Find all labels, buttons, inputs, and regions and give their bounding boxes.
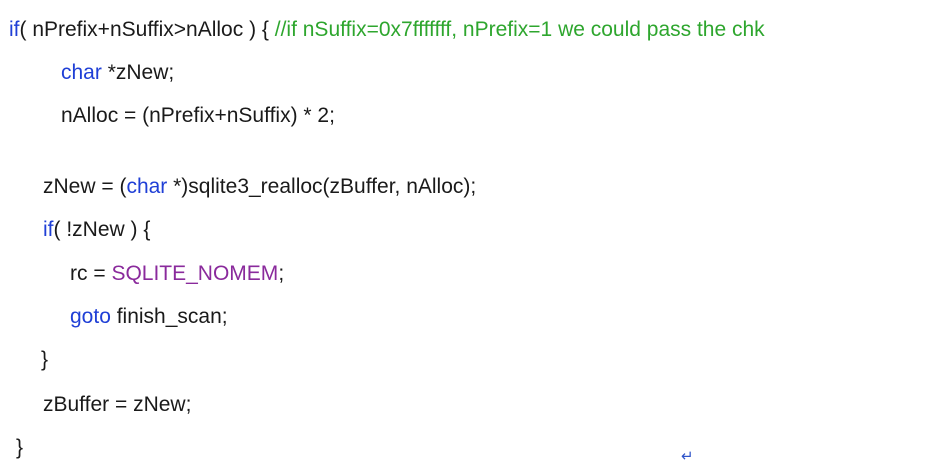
code-line-9: zBuffer = zNew;	[43, 392, 191, 418]
code-line-6: rc = SQLITE_NOMEM;	[70, 261, 284, 287]
keyword-if: if	[9, 18, 20, 41]
keyword-char: char	[126, 175, 168, 198]
code-line-1: if( nPrefix+nSuffix>nAlloc ) { //if nSuf…	[9, 17, 765, 43]
code-line-5: if( !zNew ) {	[43, 217, 150, 243]
code-text: }	[41, 348, 49, 371]
code-text: *)sqlite3_realloc(zBuffer, nAlloc);	[167, 175, 477, 198]
code-text: ( !zNew ) {	[53, 218, 151, 241]
code-text: }	[16, 436, 24, 459]
keyword-goto: goto	[70, 305, 111, 328]
keyword-char: char	[61, 61, 102, 84]
code-text: ;	[278, 262, 285, 285]
code-macro: SQLITE_NOMEM	[111, 262, 279, 285]
code-line-8: }	[41, 347, 48, 373]
code-comment: //if nSuffix=0x7fffffff, nPrefix=1 we co…	[274, 18, 765, 41]
code-line-2: char *zNew;	[61, 60, 174, 86]
code-text: rc =	[70, 262, 112, 285]
code-text: zNew = (	[43, 175, 127, 198]
code-text: nAlloc = (nPrefix+nSuffix) * 2;	[61, 104, 335, 127]
code-snippet: if( nPrefix+nSuffix>nAlloc ) { //if nSuf…	[0, 0, 944, 472]
code-line-7: goto finish_scan;	[70, 304, 228, 330]
code-line-3: nAlloc = (nPrefix+nSuffix) * 2;	[61, 103, 335, 129]
code-text: *zNew;	[101, 61, 175, 84]
code-text: finish_scan;	[110, 305, 228, 328]
keyword-if: if	[43, 218, 54, 241]
code-text: ( nPrefix+nSuffix>nAlloc ) {	[19, 18, 275, 41]
code-text: zBuffer = zNew;	[43, 393, 192, 416]
code-line-4: zNew = (char *)sqlite3_realloc(zBuffer, …	[43, 174, 476, 200]
code-line-10: }	[16, 435, 23, 461]
paragraph-return-icon: ↵	[681, 447, 694, 465]
